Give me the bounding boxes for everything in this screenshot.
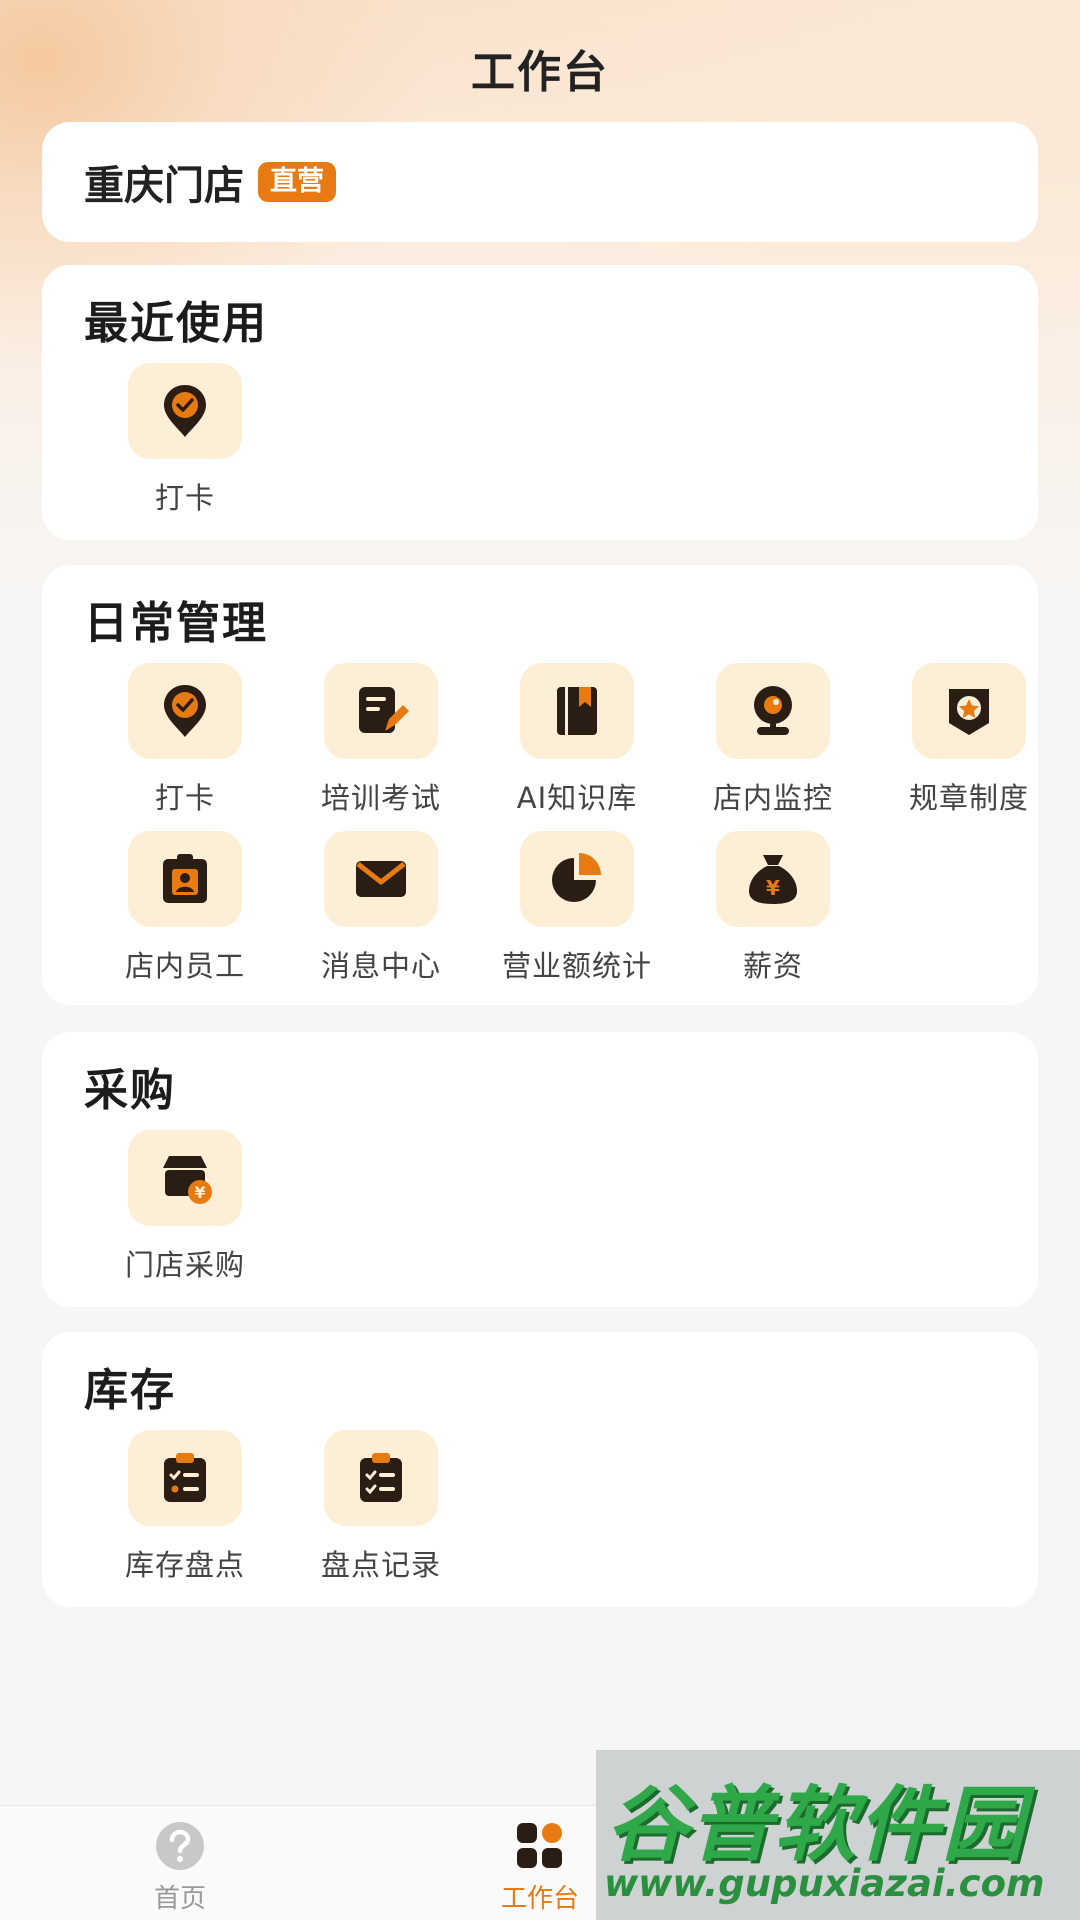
watermark-url: www.gupuxiazai.com — [604, 1862, 1045, 1905]
daily-item-training-exam[interactable]: 培训考试 — [283, 663, 479, 815]
section-title-daily: 日常管理 — [84, 598, 268, 649]
money-bag-icon: ¥ — [716, 831, 830, 927]
section-title-inventory: 库存 — [84, 1365, 176, 1416]
daily-item-label: 营业额统计 — [501, 949, 652, 983]
mail-icon — [324, 831, 438, 927]
badge-star-icon — [912, 663, 1026, 759]
daily-section: 日常管理 打卡 培训考试 AI知识库 店内监控 规章制度 店内员工 消息中心 营… — [42, 565, 1038, 1005]
store-selector[interactable]: 重庆门店 直营 — [42, 122, 1038, 242]
daily-item-label: 培训考试 — [320, 781, 441, 815]
section-title-purchase: 采购 — [84, 1065, 176, 1116]
recent-item-checkin[interactable]: 打卡 — [87, 363, 283, 515]
purchase-section: 采购 ¥ 门店采购 — [42, 1032, 1038, 1307]
svg-text:¥: ¥ — [766, 876, 780, 900]
tab-home[interactable]: 首页 — [100, 1820, 260, 1915]
daily-item-staff[interactable]: 店内员工 — [87, 831, 283, 983]
daily-item-ai-knowledge[interactable]: AI知识库 — [479, 663, 675, 815]
camera-icon — [716, 663, 830, 759]
employee-card-icon — [128, 831, 242, 927]
store-purchase-icon: ¥ — [128, 1130, 242, 1226]
inventory-item-label: 库存盘点 — [124, 1548, 245, 1582]
store-name: 重庆门店 — [84, 163, 244, 209]
daily-item-revenue-stats[interactable]: 营业额统计 — [479, 831, 675, 983]
checkin-pin-icon — [128, 363, 242, 459]
daily-item-regulations[interactable]: 规章制度 — [871, 663, 1067, 815]
daily-item-label: 消息中心 — [320, 949, 441, 983]
book-icon — [520, 663, 634, 759]
purchase-item-label: 门店采购 — [124, 1248, 245, 1282]
section-title-recent: 最近使用 — [84, 298, 268, 349]
clipboard-list-icon — [324, 1430, 438, 1526]
daily-item-label: 店内监控 — [712, 781, 833, 815]
exam-edit-icon — [324, 663, 438, 759]
site-watermark: 谷普软件园 www.gupuxiazai.com — [596, 1750, 1080, 1920]
inventory-item-stocktake-records[interactable]: 盘点记录 — [283, 1430, 479, 1582]
inventory-section: 库存 库存盘点 盘点记录 — [42, 1332, 1038, 1607]
daily-item-messages[interactable]: 消息中心 — [283, 831, 479, 983]
inventory-item-label: 盘点记录 — [320, 1548, 441, 1582]
clipboard-check-icon — [128, 1430, 242, 1526]
watermark-title: 谷普软件园 — [606, 1778, 1026, 1873]
help-circle-icon — [156, 1822, 204, 1870]
daily-item-checkin[interactable]: 打卡 — [87, 663, 283, 815]
recent-section: 最近使用 打卡 — [42, 265, 1038, 540]
daily-item-salary[interactable]: ¥ 薪资 — [675, 831, 871, 983]
store-type-badge: 直营 — [258, 162, 336, 202]
checkin-pin-icon — [128, 663, 242, 759]
tab-home-label: 首页 — [153, 1884, 206, 1914]
daily-item-label: 规章制度 — [908, 781, 1029, 815]
pie-chart-icon — [520, 831, 634, 927]
purchase-item-store-purchase[interactable]: ¥ 门店采购 — [87, 1130, 283, 1282]
daily-item-store-monitor[interactable]: 店内监控 — [675, 663, 871, 815]
daily-item-label: 薪资 — [742, 949, 803, 983]
daily-item-label: 打卡 — [154, 781, 215, 815]
svg-text:¥: ¥ — [194, 1183, 205, 1202]
grid-apps-icon — [517, 1823, 562, 1868]
inventory-item-stocktake[interactable]: 库存盘点 — [87, 1430, 283, 1582]
daily-item-label: AI知识库 — [516, 781, 638, 815]
recent-item-label: 打卡 — [154, 481, 215, 515]
page-title: 工作台 — [471, 47, 609, 98]
daily-item-label: 店内员工 — [124, 949, 245, 983]
